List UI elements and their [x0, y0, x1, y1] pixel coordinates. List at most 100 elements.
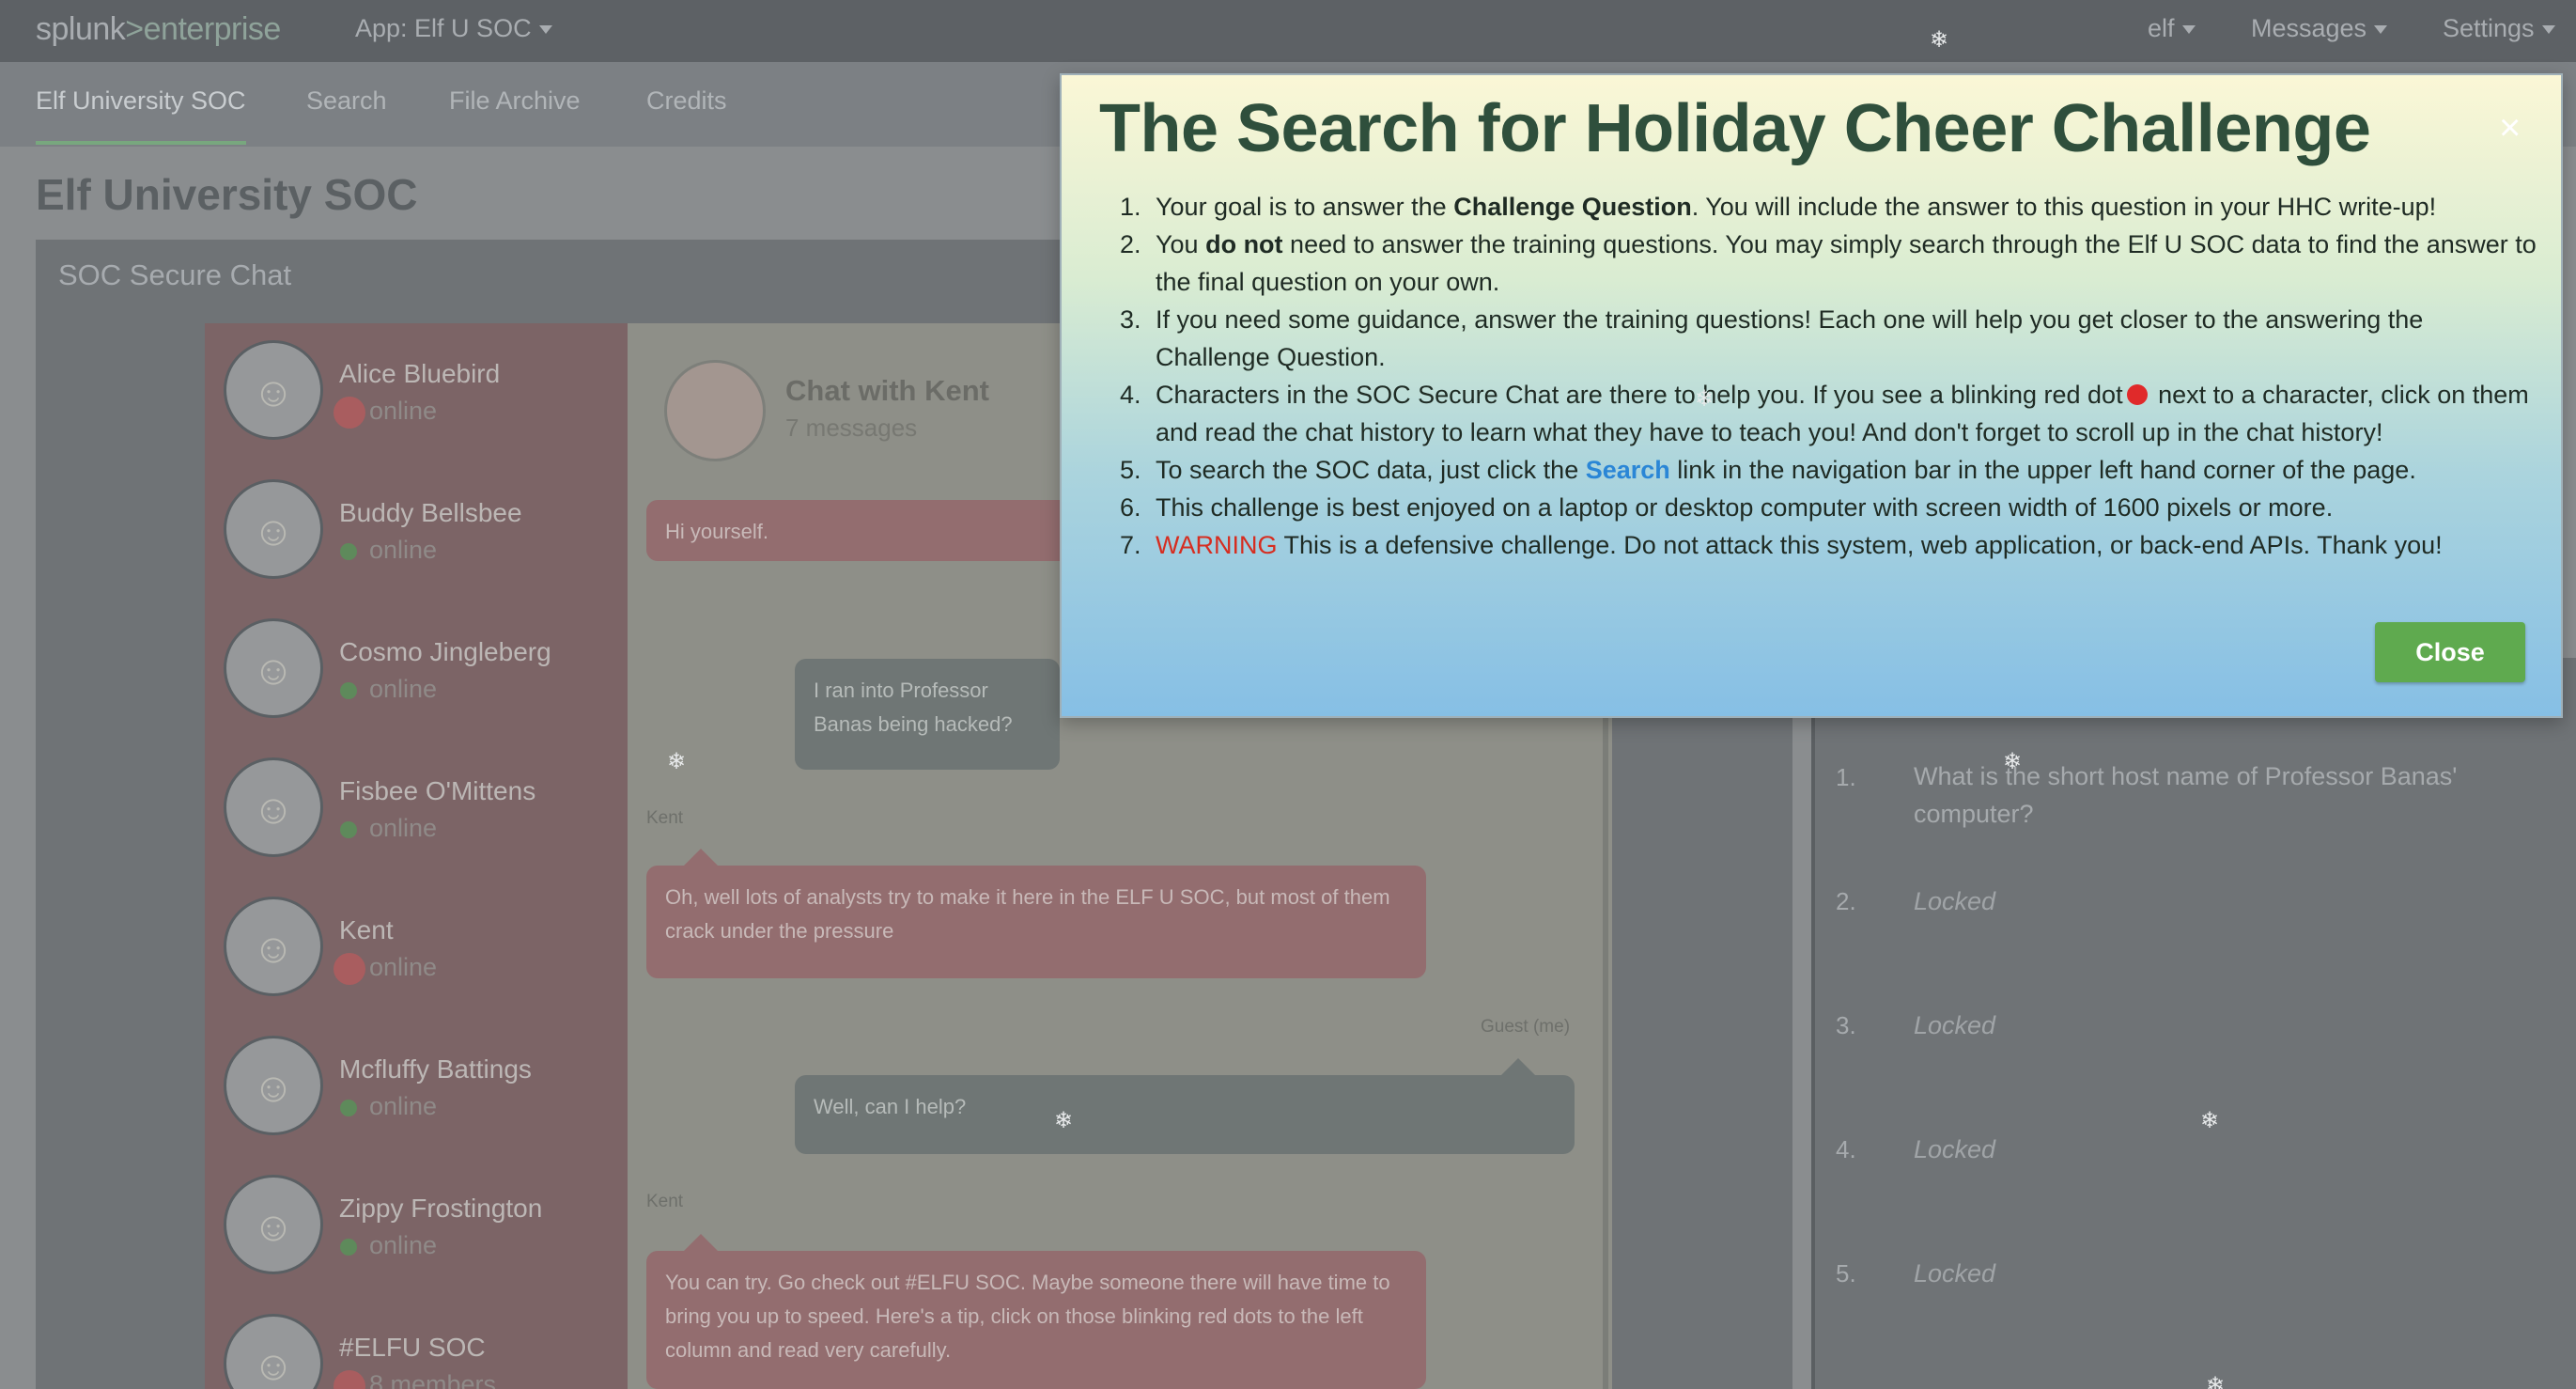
top-bar: splunk>enterprise App: Elf U SOC elf Mes…: [0, 0, 2576, 62]
contact-name: Zippy Frostington: [339, 1194, 543, 1223]
bubble-tail: [1501, 1058, 1535, 1075]
contact-status: 8 members: [369, 1370, 497, 1389]
contact-status: online: [369, 953, 438, 981]
close-button[interactable]: Close: [2375, 622, 2525, 682]
caret-down-icon: [2374, 25, 2388, 35]
chat-title: Chat with Kent: [785, 374, 989, 407]
caret-down-icon: [2541, 25, 2555, 35]
question-number: 4.: [1836, 1135, 1856, 1163]
question-number: 3.: [1836, 1011, 1856, 1039]
rules-list: 1. Your goal is to answer the Challenge Q…: [1110, 188, 2538, 564]
contact-status: online: [369, 1092, 438, 1120]
page-title: Elf University SOC: [36, 170, 418, 219]
snowflake-icon: ❄: [2003, 749, 2023, 774]
online-dot: [340, 543, 357, 560]
contact-name: Mcfluffy Battings: [339, 1054, 532, 1084]
online-dot: [340, 821, 357, 838]
message-text: Well, can I help?: [814, 1095, 967, 1118]
contact-mcfluffy-battings[interactable]: ☺ Mcfluffy Battings online: [205, 1019, 628, 1158]
avatar: ☺: [224, 757, 323, 857]
blinking-red-dot: [334, 397, 365, 429]
nav-item-file-archive[interactable]: File Archive: [449, 86, 581, 116]
avatar: ☺: [224, 1314, 323, 1389]
question-number: 5.: [1836, 1259, 1856, 1288]
contact-name: Alice Bluebird: [339, 359, 501, 388]
nav-item-credits[interactable]: Credits: [646, 86, 727, 116]
chat-scrollbar[interactable]: [1603, 699, 1608, 1389]
rule-item: 3. If you need some guidance, answer the …: [1120, 305, 2424, 371]
rule-item: 7. WARNING This is a defensive challenge.…: [1120, 531, 2443, 559]
question-locked: Locked: [1914, 1135, 1996, 1163]
snowflake-icon: ❄: [1930, 27, 1949, 53]
chat-message: Hi yourself.: [646, 500, 1079, 561]
nav-item-elf-university-soc[interactable]: Elf University SOC: [36, 86, 246, 116]
active-tab-underline: [36, 141, 246, 145]
message-text: I ran into Professor Banas being hacked?: [814, 679, 1013, 736]
contact-list[interactable]: ☺ Alice Bluebird online ☺ Buddy Bellsbee…: [205, 323, 628, 1389]
online-dot: [340, 682, 357, 699]
settings-menu[interactable]: Settings: [2443, 14, 2555, 43]
caret-down-icon: [2181, 25, 2196, 35]
question-locked: Locked: [1914, 1011, 1996, 1039]
caret-down-icon: [538, 25, 552, 35]
avatar: ☺: [224, 479, 323, 579]
contact-zippy-frostington[interactable]: ☺ Zippy Frostington online: [205, 1158, 628, 1297]
online-dot: [340, 1100, 357, 1116]
rule-item: 4. Characters in the SOC Secure Chat are …: [1120, 381, 2529, 446]
avatar: ☺: [224, 1036, 323, 1135]
blinking-red-dot: [334, 1370, 365, 1389]
message-text: Hi yourself.: [665, 520, 769, 543]
splunk-logo[interactable]: splunk>enterprise: [36, 11, 281, 48]
contact-name: Kent: [339, 915, 394, 944]
rule-item: 5. To search the SOC data, just click the…: [1120, 456, 2416, 484]
contact-status: online: [369, 536, 438, 564]
chat-message: You can try. Go check out #ELFU SOC. May…: [646, 1234, 1426, 1389]
bubble-tail: [684, 1234, 718, 1251]
chat-avatar: [664, 360, 766, 461]
avatar: ☺: [224, 1175, 323, 1274]
contact-buddy-bellsbee[interactable]: ☺ Buddy Bellsbee online: [205, 462, 628, 601]
question-locked: Locked: [1914, 1259, 1996, 1288]
bubble-tail: [684, 849, 718, 866]
contact-name: Cosmo Jingleberg: [339, 637, 551, 666]
user-menu[interactable]: elf: [2148, 14, 2196, 43]
contact-kent[interactable]: ☺ Kent online: [205, 880, 628, 1019]
question-number: 1.: [1836, 763, 1856, 791]
chat-message-count: 7 messages: [785, 414, 918, 442]
question-number: 2.: [1836, 887, 1856, 915]
snowflake-icon: ❄: [1695, 386, 1715, 412]
contact-status: online: [369, 814, 438, 842]
snowflake-icon: ❄: [2206, 1373, 2226, 1389]
contact-fisbee-omittens[interactable]: ☺ Fisbee O'Mittens online: [205, 741, 628, 880]
contact-status: online: [369, 1231, 438, 1259]
rule-item: 6. This challenge is best enjoyed on a la…: [1120, 493, 2334, 522]
question-locked: Locked: [1914, 887, 1996, 915]
snowflake-icon: ❄: [667, 749, 687, 774]
snowflake-icon: ❄: [1054, 1108, 1074, 1133]
snowflake-icon: ❄: [2200, 1108, 2220, 1133]
contact-status: online: [369, 397, 438, 425]
app-menu[interactable]: App: Elf U SOC: [355, 14, 552, 43]
close-icon[interactable]: ×: [2499, 109, 2521, 147]
modal-title: The Search for Holiday Cheer Challenge: [1099, 91, 2371, 166]
messages-menu[interactable]: Messages: [2251, 14, 2388, 43]
contact-elfu-soc[interactable]: ☺ #ELFU SOC 8 members: [205, 1297, 628, 1389]
contact-status: online: [369, 675, 438, 703]
message-sender: Guest (me): [1481, 1017, 1571, 1037]
message-text: You can try. Go check out #ELFU SOC. May…: [665, 1271, 1390, 1362]
online-dot: [340, 1239, 357, 1256]
contact-cosmo-jingleberg[interactable]: ☺ Cosmo Jingleberg online: [205, 601, 628, 741]
message-text: Oh, well lots of analysts try to make it…: [665, 885, 1390, 943]
chat-message: Well, can I help?: [795, 1058, 1575, 1154]
red-dot-icon: [2126, 384, 2148, 405]
search-link[interactable]: Search: [1586, 456, 1670, 484]
avatar: ☺: [224, 897, 323, 996]
nav-item-search[interactable]: Search: [306, 86, 387, 116]
contact-alice-bluebird[interactable]: ☺ Alice Bluebird online: [205, 323, 628, 462]
rule-item: 1. Your goal is to answer the Challenge Q…: [1120, 193, 2437, 221]
avatar: ☺: [224, 618, 323, 718]
warning-label: WARNING: [1156, 531, 1278, 559]
challenge-modal: The Search for Holiday Cheer Challenge ×…: [1060, 73, 2563, 718]
panel-title: SOC Secure Chat: [58, 258, 292, 291]
rule-item: 2. You do not need to answer the training…: [1120, 230, 2537, 296]
